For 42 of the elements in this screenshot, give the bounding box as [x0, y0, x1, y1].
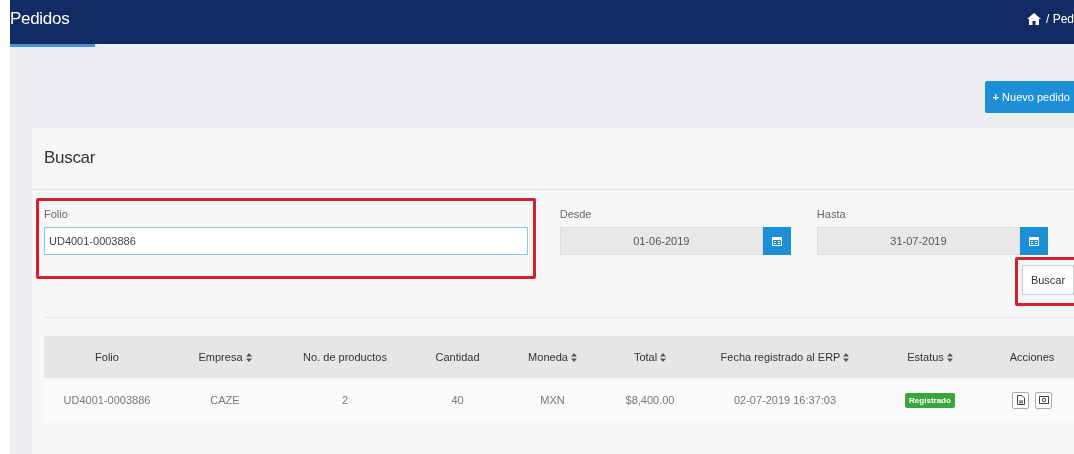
- sort-icon[interactable]: [660, 352, 667, 362]
- column-header[interactable]: Fecha registrado al ERP: [720, 351, 841, 363]
- table-cell: 02-07-2019 16:37:03: [733, 394, 837, 406]
- table-cell: CAZE: [210, 394, 240, 406]
- calendar-icon: [1029, 236, 1039, 246]
- view-button[interactable]: [1035, 391, 1052, 409]
- document-button[interactable]: [1012, 391, 1029, 409]
- folio-field[interactable]: UD4001-0003886: [44, 227, 528, 255]
- calendar-button[interactable]: [1020, 227, 1048, 255]
- table-cell: 40: [451, 394, 464, 406]
- field-label: Folio: [44, 208, 69, 220]
- card-title: Buscar: [32, 128, 1074, 190]
- new-order-button[interactable]: + Nuevo pedido: [984, 81, 1074, 113]
- field-label: Hasta: [816, 208, 847, 220]
- table-cell: $8,400.00: [625, 394, 675, 406]
- calendar-icon: [771, 236, 782, 246]
- column-header: Folio: [95, 351, 119, 363]
- column-header: Acciones: [1009, 351, 1055, 363]
- status-badge: Registrado: [905, 392, 955, 408]
- sort-icon[interactable]: [570, 352, 577, 362]
- sort-icon[interactable]: [946, 352, 953, 362]
- breadcrumb-text[interactable]: / Ped: [1045, 12, 1074, 26]
- column-header[interactable]: Total: [633, 351, 658, 363]
- column-header[interactable]: Estatus: [907, 351, 944, 363]
- field-label: Desde: [559, 208, 593, 220]
- sort-icon[interactable]: [843, 352, 850, 362]
- column-header[interactable]: Empresa: [198, 351, 243, 363]
- table-cell: 2: [341, 394, 349, 406]
- date-field[interactable]: 31-07-2019: [816, 227, 1020, 255]
- date-field[interactable]: 01-06-2019: [559, 227, 763, 255]
- column-header: No. de productos: [303, 351, 387, 363]
- column-header: Cantidad: [435, 351, 480, 363]
- search-button[interactable]: Buscar: [1022, 265, 1074, 295]
- column-header[interactable]: Moneda: [528, 351, 568, 363]
- table-cell: UD4001-0003886: [63, 394, 151, 406]
- document-icon: [1016, 395, 1025, 405]
- page-title: Pedidos: [10, 9, 70, 29]
- home-icon[interactable]: [1026, 13, 1041, 25]
- sort-icon[interactable]: [245, 352, 252, 362]
- calendar-button[interactable]: [762, 227, 791, 255]
- table-cell: MXN: [540, 394, 565, 406]
- screen-icon: [1038, 396, 1049, 404]
